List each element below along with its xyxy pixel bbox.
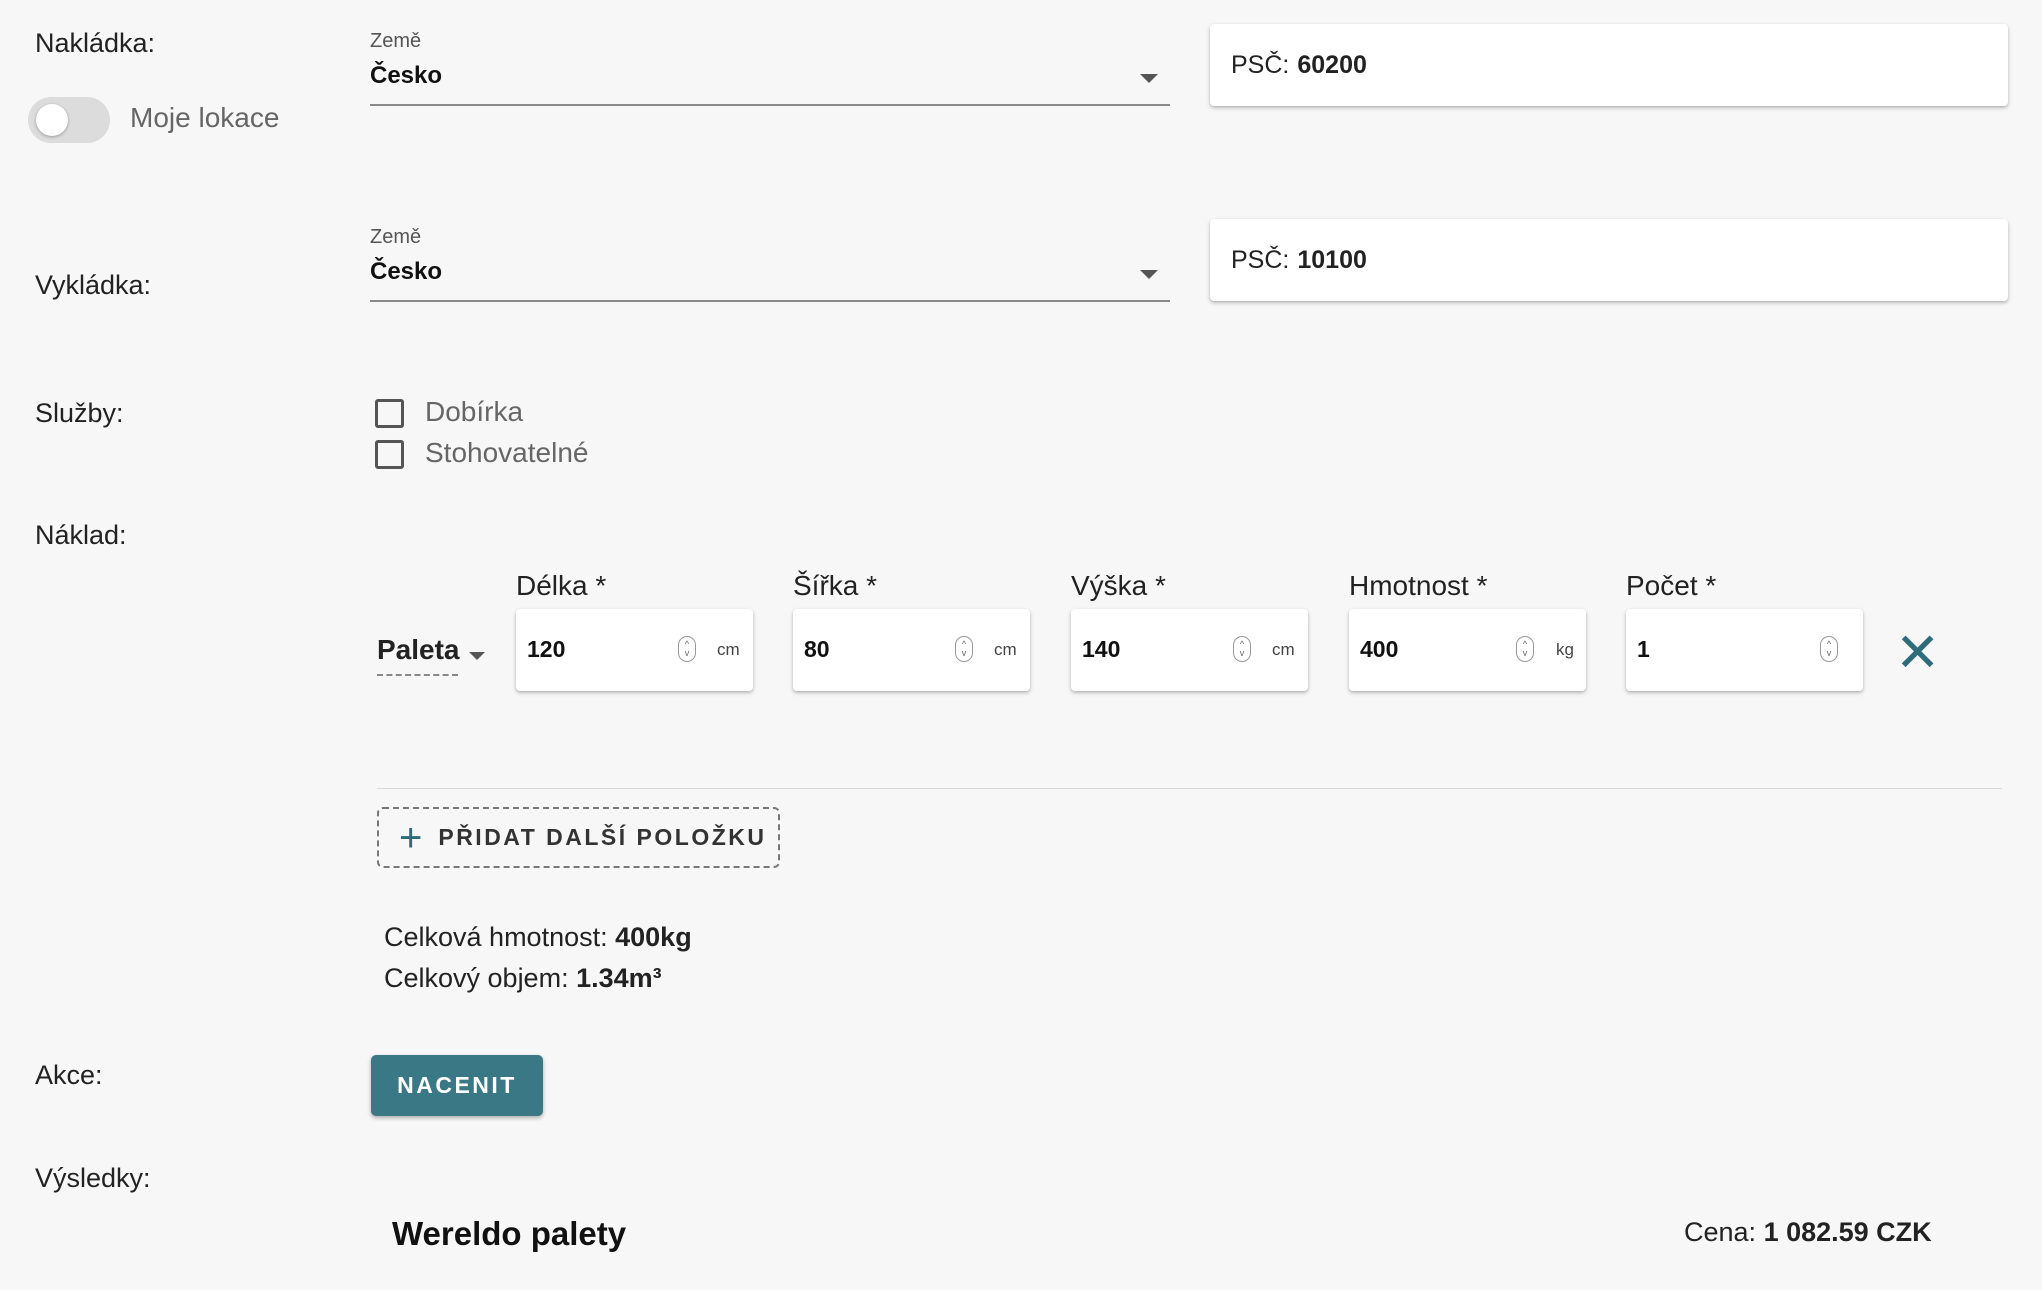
unloading-country-label: Země [370, 226, 422, 248]
loading-psc-field[interactable]: PSČ: 60200 [1210, 24, 2008, 106]
loading-country-select[interactable]: Země Česko [370, 28, 1170, 108]
actions-label: Akce: [35, 1060, 103, 1090]
result-carrier-name: Wereldo palety [392, 1215, 627, 1252]
weight-input[interactable]: 400 ^ v kg [1349, 609, 1586, 691]
total-weight: Celková hmotnost: 400kg [384, 922, 692, 953]
result-price: Cena: 1 082.59 CZK [1684, 1217, 1932, 1248]
services-label: Služby: [35, 398, 124, 428]
length-value[interactable]: 120 [527, 636, 565, 663]
chevron-down-icon[interactable]: v [1523, 649, 1528, 658]
spinner-icon[interactable]: ^ v [955, 636, 973, 662]
unloading-country-value: Česko [370, 258, 443, 285]
unloading-country-select[interactable]: Země Česko [370, 224, 1170, 304]
result-price-value: 1 082.59 CZK [1763, 1217, 1932, 1247]
service-option-label: Stohovatelné [425, 437, 589, 468]
field-title-count: Počet * [1626, 570, 1717, 601]
select-underline [370, 300, 1170, 302]
select-underline [370, 104, 1170, 106]
cargo-type-value: Paleta [377, 634, 460, 665]
price-button[interactable]: NACENIT [371, 1055, 543, 1116]
chevron-down-icon[interactable] [1140, 270, 1158, 279]
toggle-track[interactable] [28, 97, 110, 143]
remove-item-icon[interactable]: ✕ [1895, 626, 1940, 680]
plus-icon: + [399, 815, 423, 860]
height-input[interactable]: 140 ^ v cm [1071, 609, 1308, 691]
total-volume-label: Celkový objem: [384, 963, 569, 993]
field-title-length: Délka * [516, 570, 607, 601]
my-location-label: Moje lokace [130, 102, 280, 133]
height-value[interactable]: 140 [1082, 636, 1120, 663]
service-option-stohovatelne[interactable]: Stohovatelné [375, 437, 675, 473]
total-volume: Celkový objem: 1.34m³ [384, 963, 662, 994]
loading-psc-label: PSČ: [1231, 50, 1290, 79]
width-value[interactable]: 80 [804, 636, 830, 663]
loading-country-value: Česko [370, 62, 443, 89]
spinner-icon[interactable]: ^ v [678, 636, 696, 662]
width-input[interactable]: 80 ^ v cm [793, 609, 1030, 691]
spinner-icon[interactable]: ^ v [1820, 636, 1838, 662]
toggle-knob[interactable] [36, 104, 68, 136]
checkbox-dobirka[interactable] [375, 399, 404, 428]
service-option-dobirka[interactable]: Dobírka [375, 396, 675, 432]
unloading-psc-label: PSČ: [1231, 245, 1290, 274]
total-weight-value: 400kg [615, 922, 692, 952]
chevron-down-icon[interactable]: v [1240, 649, 1245, 658]
total-volume-value: 1.34m³ [576, 963, 662, 993]
loading-country-label: Země [370, 30, 422, 52]
chevron-down-icon[interactable]: v [1827, 649, 1832, 658]
add-item-label: PŘIDAT DALŠÍ POLOŽKU [438, 824, 767, 850]
divider [377, 788, 2002, 789]
weight-value[interactable]: 400 [1360, 636, 1398, 663]
chevron-down-icon[interactable]: v [962, 649, 967, 658]
chevron-down-icon[interactable] [1140, 74, 1158, 83]
total-weight-label: Celková hmotnost: [384, 922, 608, 952]
loading-psc-value[interactable]: 60200 [1297, 51, 1367, 80]
chevron-down-icon[interactable]: v [685, 649, 690, 658]
field-title-width: Šířka * [793, 570, 878, 601]
add-item-button[interactable]: + PŘIDAT DALŠÍ POLOŽKU [377, 807, 780, 868]
height-unit: cm [1272, 640, 1295, 659]
checkbox-stohovatelne[interactable] [375, 440, 404, 469]
loading-label: Nakládka: [35, 28, 156, 58]
count-input[interactable]: 1 ^ v [1626, 609, 1863, 691]
dashed-underline [377, 674, 458, 676]
unloading-psc-value[interactable]: 10100 [1297, 246, 1367, 275]
field-title-height: Výška * [1071, 570, 1166, 601]
spinner-icon[interactable]: ^ v [1516, 636, 1534, 662]
length-input[interactable]: 120 ^ v cm [516, 609, 753, 691]
length-unit: cm [717, 640, 740, 659]
width-unit: cm [994, 640, 1017, 659]
service-option-label: Dobírka [425, 396, 524, 427]
unloading-label: Vykládka: [35, 270, 152, 300]
weight-unit: kg [1556, 640, 1574, 659]
count-value[interactable]: 1 [1637, 636, 1650, 663]
spinner-icon[interactable]: ^ v [1233, 636, 1251, 662]
cargo-type-select[interactable]: Paleta [377, 634, 492, 678]
field-title-weight: Hmotnost * [1349, 570, 1488, 601]
results-label: Výsledky: [35, 1163, 151, 1193]
my-location-toggle[interactable]: Moje lokace [28, 97, 288, 145]
result-price-label: Cena: [1684, 1217, 1757, 1247]
chevron-down-icon[interactable] [469, 652, 485, 660]
unloading-psc-field[interactable]: PSČ: 10100 [1210, 219, 2008, 301]
cargo-label: Náklad: [35, 520, 127, 550]
